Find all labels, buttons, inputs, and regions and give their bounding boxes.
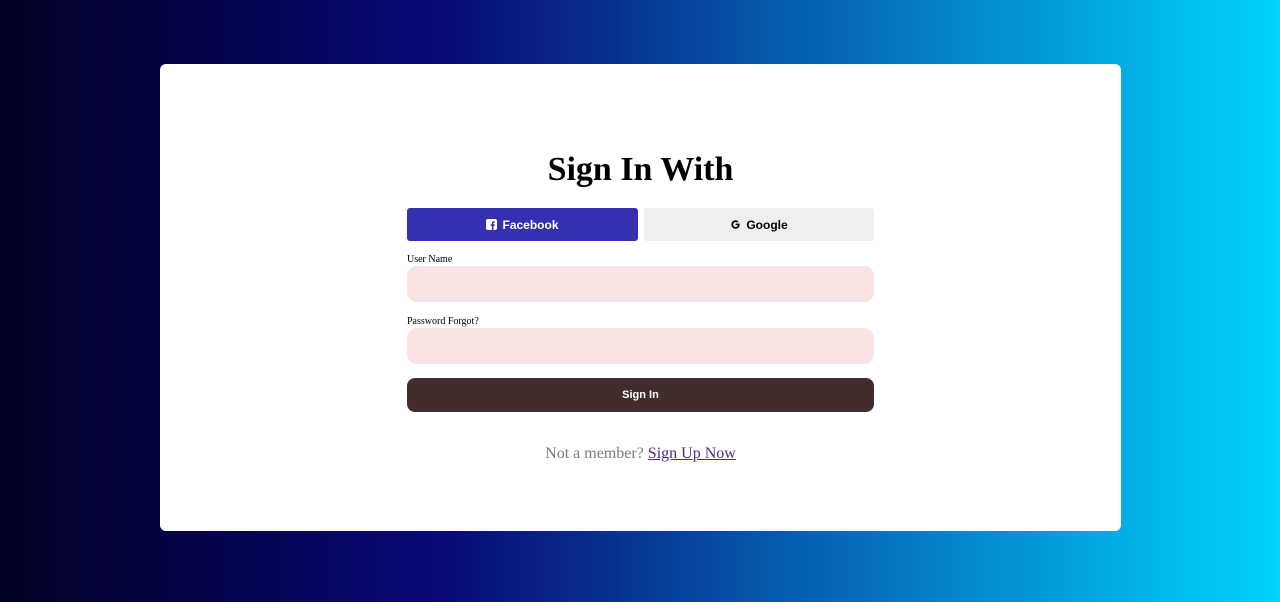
facebook-login-label: Facebook: [502, 217, 559, 232]
google-icon: [730, 219, 741, 230]
facebook-login-button[interactable]: Facebook: [407, 208, 638, 241]
sign-in-button[interactable]: Sign In: [407, 378, 874, 412]
social-login-row: Facebook Google: [407, 208, 874, 241]
signup-prompt: Not a member? Sign Up Now: [407, 444, 874, 464]
google-login-label: Google: [746, 217, 788, 232]
sign-up-link[interactable]: Sign Up Now: [648, 445, 736, 462]
username-input[interactable]: [407, 266, 874, 302]
not-member-text: Not a member?: [545, 445, 644, 462]
password-input[interactable]: [407, 328, 874, 364]
password-label: Password Forgot?: [407, 316, 479, 327]
username-label: User Name: [407, 254, 453, 265]
google-login-button[interactable]: Google: [644, 208, 874, 241]
facebook-icon: [486, 219, 498, 230]
login-card: Sign In With Facebook Google User Name P…: [160, 64, 1121, 531]
page-title: Sign In With: [547, 151, 734, 188]
